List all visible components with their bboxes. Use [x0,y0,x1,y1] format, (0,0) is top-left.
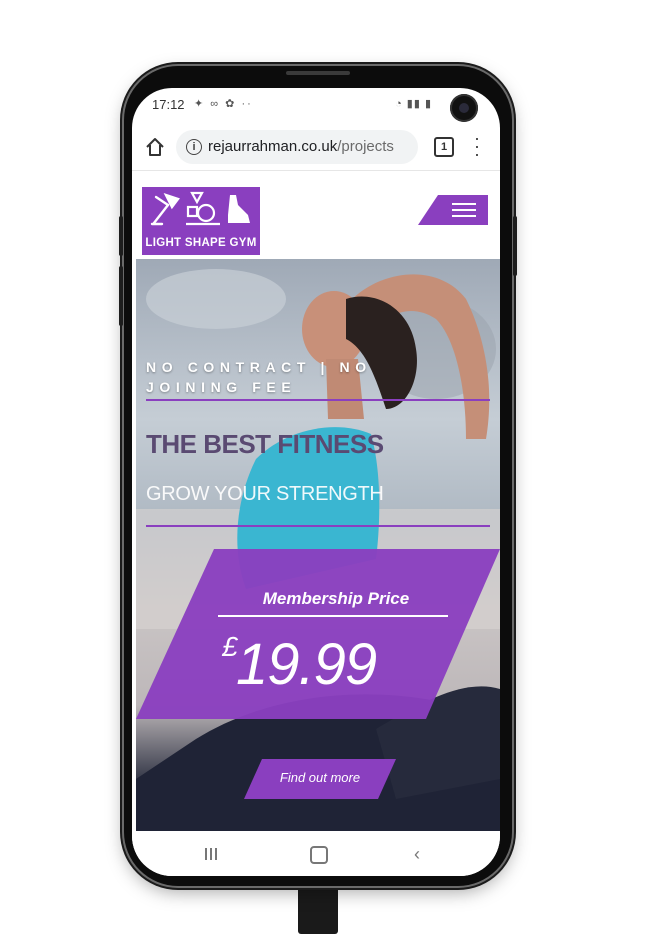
back-icon[interactable]: ‹ [414,845,420,863]
recents-icon[interactable] [204,848,218,860]
power-button [513,216,517,276]
price-divider [218,615,448,617]
url-text[interactable]: rejaurrahman.co.uk/projects [208,138,394,155]
web-page: LIGHT SHAPE GYM NO CONTRACT | NO JOINING… [132,171,500,831]
subheadline-text: GROW YOUR STRENGTH [146,483,384,505]
more-vert-icon[interactable]: · · · [472,129,482,163]
headline-text: THE BEST FITNESS [146,429,384,459]
logo-text: LIGHT SHAPE GYM [145,237,257,249]
url-path: /projects [337,138,394,155]
hero-banner: NO CONTRACT | NO JOINING FEE THE BEST FI… [136,259,500,831]
notification-icons: ✦ ∞ ✿ ·· [194,98,253,110]
find-out-more-button[interactable]: Find out more [244,759,396,799]
url-domain: rejaurrahman.co.uk [208,138,338,155]
status-bar: 17:12 ✦ ∞ ✿ ·· ◔ ▮▮ ▮ [132,88,500,122]
price-value: 19.99 [236,632,377,697]
address-bar[interactable]: i rejaurrahman.co.uk/projects [176,130,418,164]
android-nav-bar: ‹ [132,832,500,876]
subheadline-divider [146,525,490,527]
tagline-text: NO CONTRACT | NO JOINING FEE [146,359,372,395]
site-logo[interactable]: LIGHT SHAPE GYM [142,187,260,255]
hamburger-menu-icon[interactable] [418,195,488,225]
info-icon[interactable]: i [186,139,202,155]
status-time: 17:12 [152,97,185,112]
nav-home-icon[interactable] [310,846,328,864]
logo-graphic-icon [150,191,250,226]
system-status-icons: ◔ ▮▮ ▮ [395,98,432,110]
phone-frame: 17:12 ✦ ∞ ✿ ·· ◔ ▮▮ ▮ i rejaurrahman.co.… [119,66,517,886]
home-icon[interactable] [144,136,166,158]
tagline-divider [146,399,490,401]
charging-cable [298,880,338,934]
front-camera [450,94,478,122]
hero-photo [136,269,500,831]
cta-label: Find out more [279,770,361,785]
phone-screen: 17:12 ✦ ∞ ✿ ·· ◔ ▮▮ ▮ i rejaurrahman.co.… [132,88,500,876]
browser-toolbar: i rejaurrahman.co.uk/projects 1 · · · [132,124,500,171]
volume-button [119,216,123,256]
bixby-button [119,266,123,326]
membership-price-label: Membership Price [262,589,410,608]
tabs-icon[interactable]: 1 [434,137,454,157]
